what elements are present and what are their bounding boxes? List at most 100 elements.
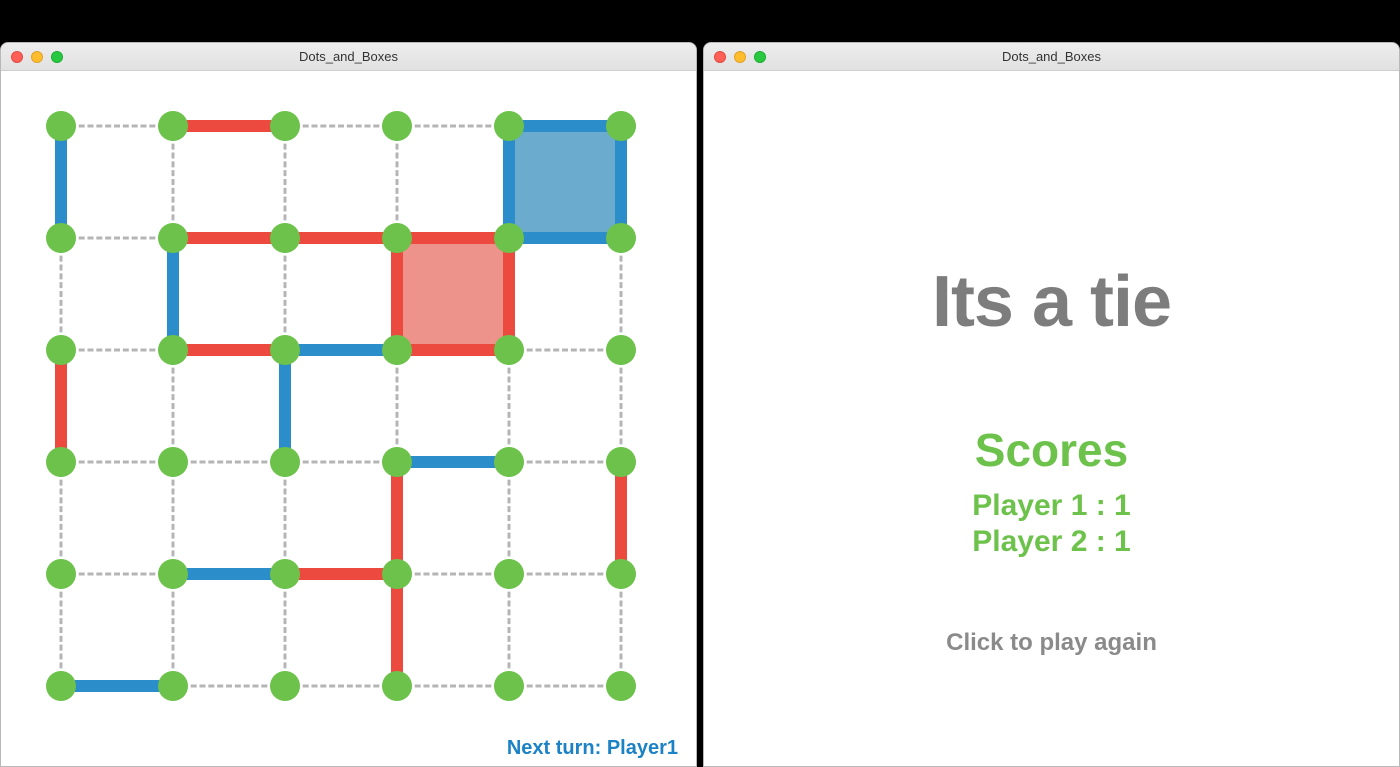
window-title: Dots_and_Boxes [1,49,696,64]
dot [46,559,76,589]
h-edge[interactable] [61,125,173,128]
game-content: Next turn: Player1 [1,71,696,766]
v-edge[interactable] [284,126,287,238]
v-edge[interactable] [620,350,623,462]
dot [46,223,76,253]
dot [270,223,300,253]
v-edge[interactable] [172,462,175,574]
h-edge[interactable] [285,685,397,688]
play-again-button[interactable]: Click to play again [704,629,1399,657]
h-edge [285,344,397,356]
dot [46,671,76,701]
v-edge[interactable] [620,238,623,350]
dot [382,335,412,365]
v-edge[interactable] [508,574,511,686]
v-edge[interactable] [172,126,175,238]
h-edge [285,232,397,244]
dot [494,671,524,701]
h-edge[interactable] [61,461,173,464]
dot [382,223,412,253]
titlebar[interactable]: Dots_and_Boxes [1,43,696,71]
h-edge [173,344,285,356]
close-icon[interactable] [11,51,23,63]
v-edge [391,238,403,350]
minimize-icon[interactable] [31,51,43,63]
h-edge [397,456,509,468]
h-edge[interactable] [509,349,621,352]
h-edge [509,232,621,244]
h-edge [173,232,285,244]
h-edge[interactable] [397,685,509,688]
v-edge [55,126,67,238]
dot [46,447,76,477]
h-edge [397,344,509,356]
dot [270,335,300,365]
v-edge [615,462,627,574]
windows-container: Dots_and_Boxes Next turn: Player1 Dots_a… [0,42,1400,767]
dot [270,111,300,141]
h-edge[interactable] [285,461,397,464]
v-edge[interactable] [172,574,175,686]
dot [270,559,300,589]
v-edge[interactable] [396,350,399,462]
h-edge[interactable] [173,461,285,464]
h-edge[interactable] [509,573,621,576]
v-edge[interactable] [284,238,287,350]
v-edge[interactable] [508,462,511,574]
v-edge [503,238,515,350]
h-edge[interactable] [285,125,397,128]
h-edge[interactable] [509,461,621,464]
v-edge [279,350,291,462]
v-edge[interactable] [60,574,63,686]
titlebar[interactable]: Dots_and_Boxes [704,43,1399,71]
h-edge [397,232,509,244]
result-content[interactable]: Its a tie Scores Player 1 : 1 Player 2 :… [704,71,1399,766]
v-edge[interactable] [620,574,623,686]
h-edge[interactable] [61,349,173,352]
dot [606,223,636,253]
v-edge[interactable] [284,462,287,574]
minimize-icon[interactable] [734,51,746,63]
v-edge[interactable] [284,574,287,686]
h-edge[interactable] [509,685,621,688]
h-edge[interactable] [61,237,173,240]
v-edge [615,126,627,238]
dot [382,447,412,477]
h-edge [173,568,285,580]
dot [606,335,636,365]
v-edge[interactable] [508,350,511,462]
zoom-icon[interactable] [51,51,63,63]
h-edge[interactable] [397,125,509,128]
dot [606,111,636,141]
traffic-lights [11,51,63,63]
game-board[interactable] [31,111,651,731]
h-edge [509,120,621,132]
v-edge[interactable] [60,462,63,574]
zoom-icon[interactable] [754,51,766,63]
v-edge [55,350,67,462]
window-title: Dots_and_Boxes [704,49,1399,64]
result-panel: Its a tie Scores Player 1 : 1 Player 2 :… [704,71,1399,657]
v-edge[interactable] [60,238,63,350]
dot [494,111,524,141]
h-edge[interactable] [397,573,509,576]
h-edge[interactable] [61,573,173,576]
close-icon[interactable] [714,51,726,63]
box-red [397,238,509,350]
v-edge[interactable] [396,126,399,238]
dot [46,111,76,141]
dot [494,447,524,477]
v-edge[interactable] [172,350,175,462]
traffic-lights [714,51,766,63]
dot [382,111,412,141]
result-window: Dots_and_Boxes Its a tie Scores Player 1… [703,42,1400,767]
dot [46,335,76,365]
h-edge[interactable] [173,685,285,688]
game-window: Dots_and_Boxes Next turn: Player1 [0,42,697,767]
v-edge [391,462,403,574]
h-edge [61,680,173,692]
dot [158,335,188,365]
top-black-bar [0,0,1400,42]
dot [494,335,524,365]
box-blue [509,126,621,238]
